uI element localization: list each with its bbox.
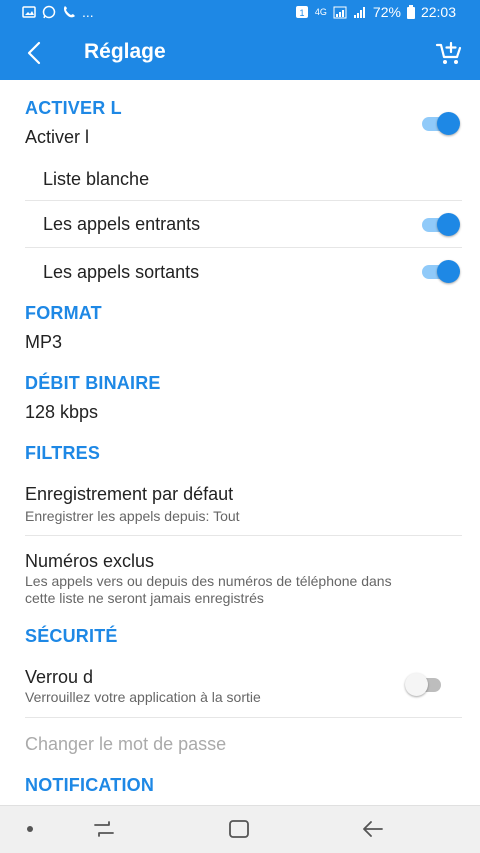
whatsapp-icon — [42, 5, 56, 19]
incoming-calls-label: Les appels entrants — [43, 214, 201, 234]
phone-icon — [63, 6, 75, 18]
excluded-numbers-title: Numéros exclus — [25, 551, 155, 571]
activate-label: Activer l — [25, 127, 90, 147]
bitrate-value: 128 kbps — [25, 402, 99, 422]
change-password-item: Changer le mot de passe — [25, 734, 227, 754]
settings-list: ACTIVER L Activer l Liste blanche Les ap… — [0, 80, 480, 805]
app-bar: Réglage — [0, 26, 480, 80]
back-nav-button[interactable] — [358, 816, 388, 842]
page-title: Réglage — [84, 40, 166, 63]
divider — [25, 200, 462, 201]
section-header-format: FORMAT — [25, 303, 102, 323]
battery-icon — [406, 5, 415, 19]
app-lock-switch[interactable] — [405, 672, 445, 696]
whitelist-label: Liste blanche — [43, 169, 150, 189]
back-arrow-icon — [27, 41, 41, 65]
status-bar: ... 1 4G 72% 22:03 — [0, 0, 480, 26]
home-button[interactable] — [224, 816, 254, 842]
excluded-numbers-subtitle-line1: Les appels vers ou depuis des numéros de… — [25, 573, 392, 589]
recent-apps-button[interactable] — [89, 816, 119, 842]
format-value: MP3 — [25, 332, 63, 352]
status-left-icons: ... — [22, 4, 94, 20]
activate-switch[interactable] — [420, 111, 460, 135]
divider — [25, 247, 462, 248]
excluded-numbers-subtitle-line2: cette liste ne seront jamais enregistrés — [25, 590, 264, 606]
status-right: 1 4G 72% 22:03 — [295, 4, 456, 20]
signal-bars-icon — [353, 7, 365, 18]
dot-icon — [27, 826, 33, 832]
notification-badge-icon: 1 — [295, 6, 308, 18]
section-header-security: SÉCURITÉ — [25, 626, 118, 646]
svg-text:1: 1 — [299, 8, 304, 18]
app-lock-title: Verrou d — [25, 667, 94, 687]
battery-percent: 72% — [372, 4, 401, 20]
recent-apps-icon — [94, 821, 114, 837]
back-button[interactable] — [18, 36, 52, 70]
default-recording-title: Enregistrement par défaut — [25, 484, 234, 504]
outgoing-calls-switch[interactable] — [420, 259, 460, 283]
default-recording-subtitle: Enregistrer les appels depuis: Tout — [25, 508, 240, 524]
nav-dot-button[interactable] — [15, 816, 45, 842]
signal-icon — [333, 6, 347, 19]
network-type: 4G — [314, 6, 327, 17]
back-arrow-nav-icon — [363, 821, 383, 837]
cart-add-icon — [435, 41, 462, 64]
section-header-notification: NOTIFICATION — [25, 775, 155, 795]
divider — [25, 535, 462, 536]
section-header-filters: FILTRES — [25, 443, 101, 463]
app-lock-subtitle: Verrouillez votre application à la sorti… — [25, 689, 261, 705]
incoming-calls-switch[interactable] — [420, 212, 460, 236]
format-row[interactable] — [0, 325, 480, 357]
clock: 22:03 — [420, 4, 456, 20]
section-header-activate: ACTIVER L — [25, 98, 122, 118]
home-square-icon — [229, 820, 249, 838]
divider — [25, 717, 462, 718]
system-navigation-bar — [0, 805, 480, 853]
image-icon — [22, 6, 36, 18]
cart-add-button[interactable] — [432, 36, 466, 70]
status-more: ... — [82, 4, 94, 20]
outgoing-calls-label: Les appels sortants — [43, 262, 200, 282]
section-header-bitrate: DÉBIT BINAIRE — [25, 373, 161, 393]
